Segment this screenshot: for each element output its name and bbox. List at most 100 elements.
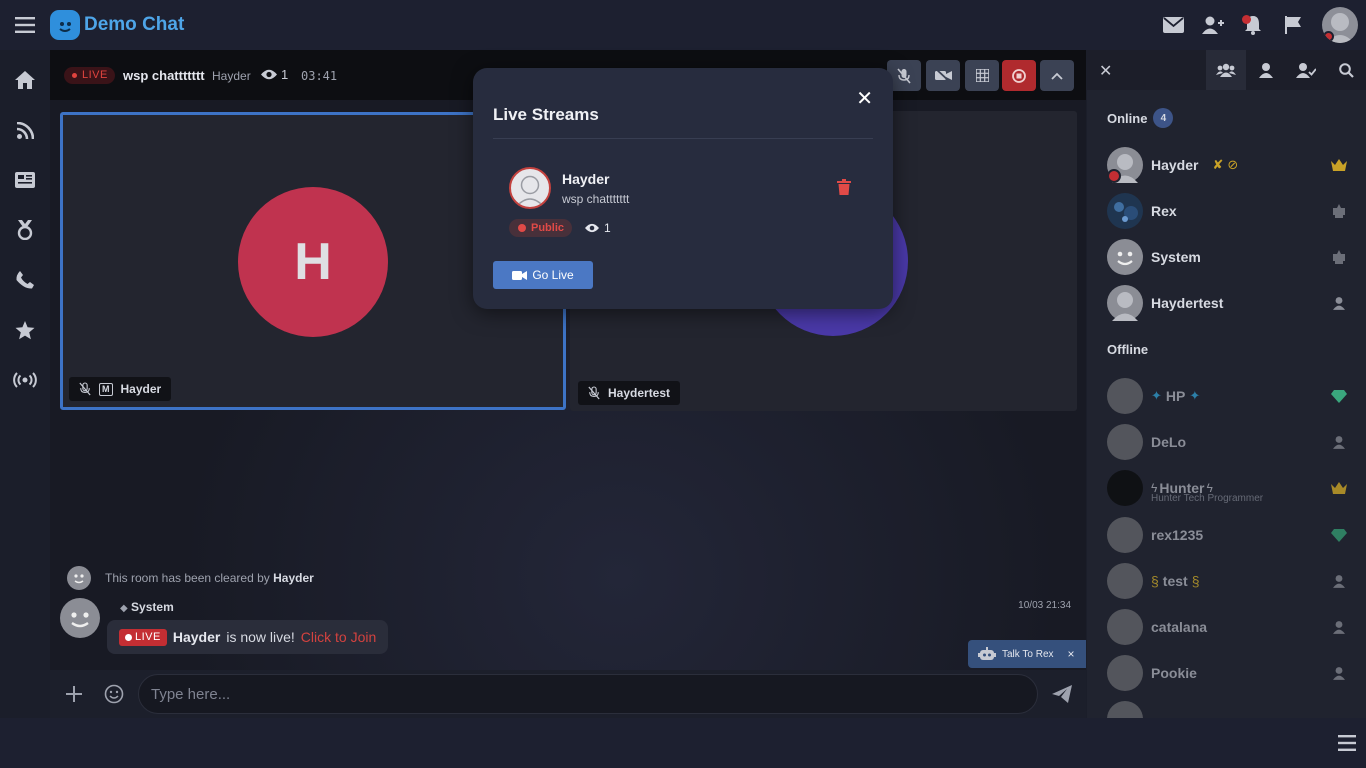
user-name: Rex bbox=[1151, 203, 1177, 219]
user-row-partial[interactable] bbox=[1107, 699, 1357, 718]
user-row[interactable]: Pookie bbox=[1107, 653, 1357, 693]
stream-duration: 03:41 bbox=[301, 69, 338, 83]
avatar bbox=[1107, 655, 1143, 691]
viewer-count: 1 bbox=[281, 67, 289, 82]
join-link[interactable]: Click to Join bbox=[301, 629, 376, 645]
camera-off-button[interactable] bbox=[926, 60, 960, 91]
stop-circle-icon bbox=[1012, 68, 1026, 83]
user-name: System bbox=[1151, 249, 1201, 265]
go-live-label: Go Live bbox=[532, 268, 574, 282]
collapse-stream-button[interactable] bbox=[1040, 60, 1074, 91]
bot-icon bbox=[1331, 203, 1347, 219]
status-dot bbox=[1107, 169, 1121, 183]
room-cleared-message: This room has been cleared by Hayder bbox=[67, 566, 314, 590]
panel-header: ✕ bbox=[1087, 50, 1366, 90]
eye-icon bbox=[585, 223, 599, 233]
crown-icon bbox=[1331, 480, 1347, 496]
go-live-button[interactable]: Go Live bbox=[493, 261, 593, 289]
stream-host: Hayder bbox=[212, 69, 251, 83]
news-icon[interactable] bbox=[13, 168, 37, 192]
offline-header: Offline bbox=[1107, 342, 1148, 357]
phone-icon[interactable] bbox=[13, 268, 37, 292]
online-label: Online bbox=[1107, 110, 1148, 126]
live-badge: LIVE bbox=[64, 67, 115, 84]
video-muted-icon: ⊘ bbox=[1227, 157, 1239, 172]
search-icon bbox=[1338, 62, 1354, 78]
live-user: Hayder bbox=[172, 629, 221, 645]
user-name: Hayder bbox=[1151, 157, 1199, 173]
stream-title: wsp chattttttt bbox=[123, 68, 205, 83]
add-friend-icon[interactable] bbox=[1202, 14, 1224, 36]
feed-icon[interactable] bbox=[13, 118, 37, 142]
video-off-icon bbox=[934, 69, 952, 82]
star-icon[interactable] bbox=[13, 318, 37, 342]
live-text: is now live! bbox=[226, 629, 295, 645]
user-row[interactable]: § test § bbox=[1107, 561, 1357, 601]
user-row[interactable]: DeLo bbox=[1107, 422, 1357, 462]
home-icon[interactable] bbox=[13, 68, 37, 92]
hamburger-menu-icon[interactable] bbox=[0, 0, 50, 50]
user-row[interactable]: System bbox=[1107, 237, 1357, 277]
tab-friends[interactable] bbox=[1246, 50, 1286, 90]
user-list-panel: ✕ Online 4 Hayder ✘ ⊘ Rex System Haydert… bbox=[1087, 50, 1366, 718]
user-row[interactable]: Rex bbox=[1107, 191, 1357, 231]
notification-bell-icon[interactable] bbox=[1242, 14, 1264, 36]
close-icon[interactable]: × bbox=[1068, 647, 1075, 661]
avatar bbox=[1107, 701, 1143, 718]
chat-logo-icon bbox=[50, 10, 80, 40]
report-flag-icon[interactable] bbox=[1282, 14, 1304, 36]
top-bar: Demo Chat bbox=[0, 0, 1366, 50]
user-icon bbox=[1331, 434, 1347, 450]
avatar bbox=[1107, 285, 1143, 321]
send-icon[interactable] bbox=[1050, 682, 1074, 706]
bot-icon bbox=[1331, 249, 1347, 265]
sender-avatar[interactable] bbox=[60, 598, 100, 638]
cleared-by: Hayder bbox=[273, 571, 314, 585]
message-input[interactable] bbox=[138, 674, 1038, 714]
close-modal-icon[interactable]: ✕ bbox=[856, 86, 873, 111]
left-nav bbox=[0, 50, 50, 718]
user-icon bbox=[1331, 573, 1347, 589]
emoji-icon[interactable] bbox=[102, 682, 126, 706]
mic-off-icon bbox=[79, 382, 91, 396]
sender-name[interactable]: ◆ System bbox=[120, 600, 174, 614]
medal-icon[interactable] bbox=[13, 218, 37, 242]
visibility-badge: Public bbox=[509, 219, 573, 237]
app-logo[interactable]: Demo Chat bbox=[50, 10, 184, 40]
broadcast-icon[interactable] bbox=[13, 368, 37, 392]
avatar bbox=[1107, 147, 1143, 183]
live-streams-modal: Live Streams ✕ Hayder wsp chattttttt Pub… bbox=[473, 68, 893, 309]
stream-viewers: 1 bbox=[585, 221, 611, 235]
app-name: Demo Chat bbox=[84, 14, 185, 35]
online-header: Online 4 bbox=[1107, 108, 1174, 128]
streamer-avatar[interactable] bbox=[509, 167, 551, 209]
user-icon bbox=[1331, 619, 1347, 635]
tile-name: Haydertest bbox=[608, 386, 671, 400]
tab-staff[interactable] bbox=[1286, 50, 1326, 90]
snake-icon: § bbox=[1151, 573, 1159, 589]
user-row[interactable]: catalana bbox=[1107, 607, 1357, 647]
plus-icon[interactable] bbox=[62, 682, 86, 706]
close-panel-icon[interactable]: ✕ bbox=[1099, 61, 1112, 81]
delete-stream-icon[interactable] bbox=[837, 179, 851, 195]
user-row[interactable]: Hayder ✘ ⊘ bbox=[1107, 145, 1357, 185]
user-name: Haydertest bbox=[1151, 295, 1224, 311]
bottom-menu-icon[interactable] bbox=[1338, 735, 1356, 756]
talk-to-rex-button[interactable]: Talk To Rex × bbox=[968, 640, 1086, 668]
user-row[interactable]: ✦ HP ✦ bbox=[1107, 376, 1357, 416]
mail-icon[interactable] bbox=[1162, 14, 1184, 36]
streamer-name[interactable]: Hayder bbox=[562, 171, 609, 187]
tab-users[interactable] bbox=[1206, 50, 1246, 90]
stream-viewers: 1 bbox=[261, 67, 288, 82]
tab-search[interactable] bbox=[1326, 50, 1366, 90]
crown-icon bbox=[1331, 157, 1347, 173]
divider bbox=[493, 138, 873, 139]
user-row[interactable]: Haydertest bbox=[1107, 283, 1357, 323]
sender-label: System bbox=[131, 600, 174, 614]
stop-stream-button[interactable] bbox=[1002, 60, 1036, 91]
user-row[interactable]: ϟ Hunter ϟ Hunter Tech Programmer bbox=[1107, 468, 1357, 508]
user-row[interactable]: rex1235 bbox=[1107, 515, 1357, 555]
profile-avatar[interactable] bbox=[1322, 7, 1358, 43]
grid-layout-button[interactable] bbox=[965, 60, 999, 91]
avatar bbox=[1107, 609, 1143, 645]
